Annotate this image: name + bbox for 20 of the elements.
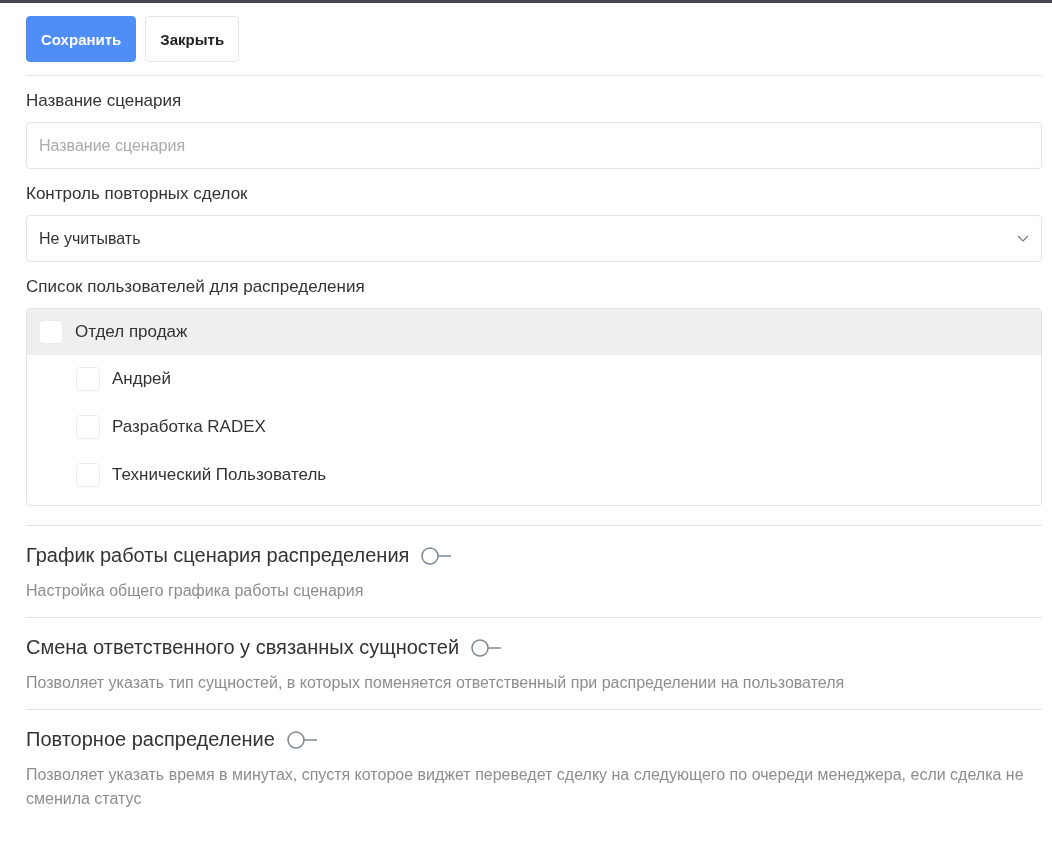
user-name: Разработка RADEX bbox=[112, 417, 266, 437]
user-name: Технический Пользователь bbox=[112, 465, 327, 485]
input-field[interactable]: Название сценария bbox=[26, 122, 1042, 169]
section-description: Позволяет указать время в минутах, спустя которое виджет переведет сделку на следующего по очереди менеджера, если сделка не сменила статус bbox=[26, 765, 1025, 809]
section-description: Позволяет указать тип сущностей, в которых поменяется ответственный при распределении на пользователя bbox=[26, 673, 846, 693]
section-title: График работы сценария распределения bbox=[26, 544, 410, 567]
select-field[interactable]: Не учитывать bbox=[26, 215, 1042, 262]
section-description: Настройка общего графика работы сценария bbox=[26, 581, 365, 601]
section-title: Смена ответственного у связанных сущностей bbox=[26, 636, 460, 659]
field-label: Название сценария bbox=[26, 91, 183, 111]
user-name: Отдел продаж bbox=[75, 322, 188, 342]
field-label: Контроль повторных сделок bbox=[26, 184, 249, 204]
toggle-switch[interactable] bbox=[286, 730, 319, 749]
chevron-down-icon bbox=[1017, 235, 1029, 242]
close-button[interactable]: Закрыть bbox=[145, 16, 240, 62]
field-label: Список пользователей для распределения bbox=[26, 277, 366, 297]
section-title: Повторное распределение bbox=[26, 728, 275, 751]
user-name: Андрей bbox=[112, 369, 172, 389]
toggle-switch[interactable] bbox=[471, 638, 504, 657]
toggle-switch[interactable] bbox=[421, 546, 454, 565]
